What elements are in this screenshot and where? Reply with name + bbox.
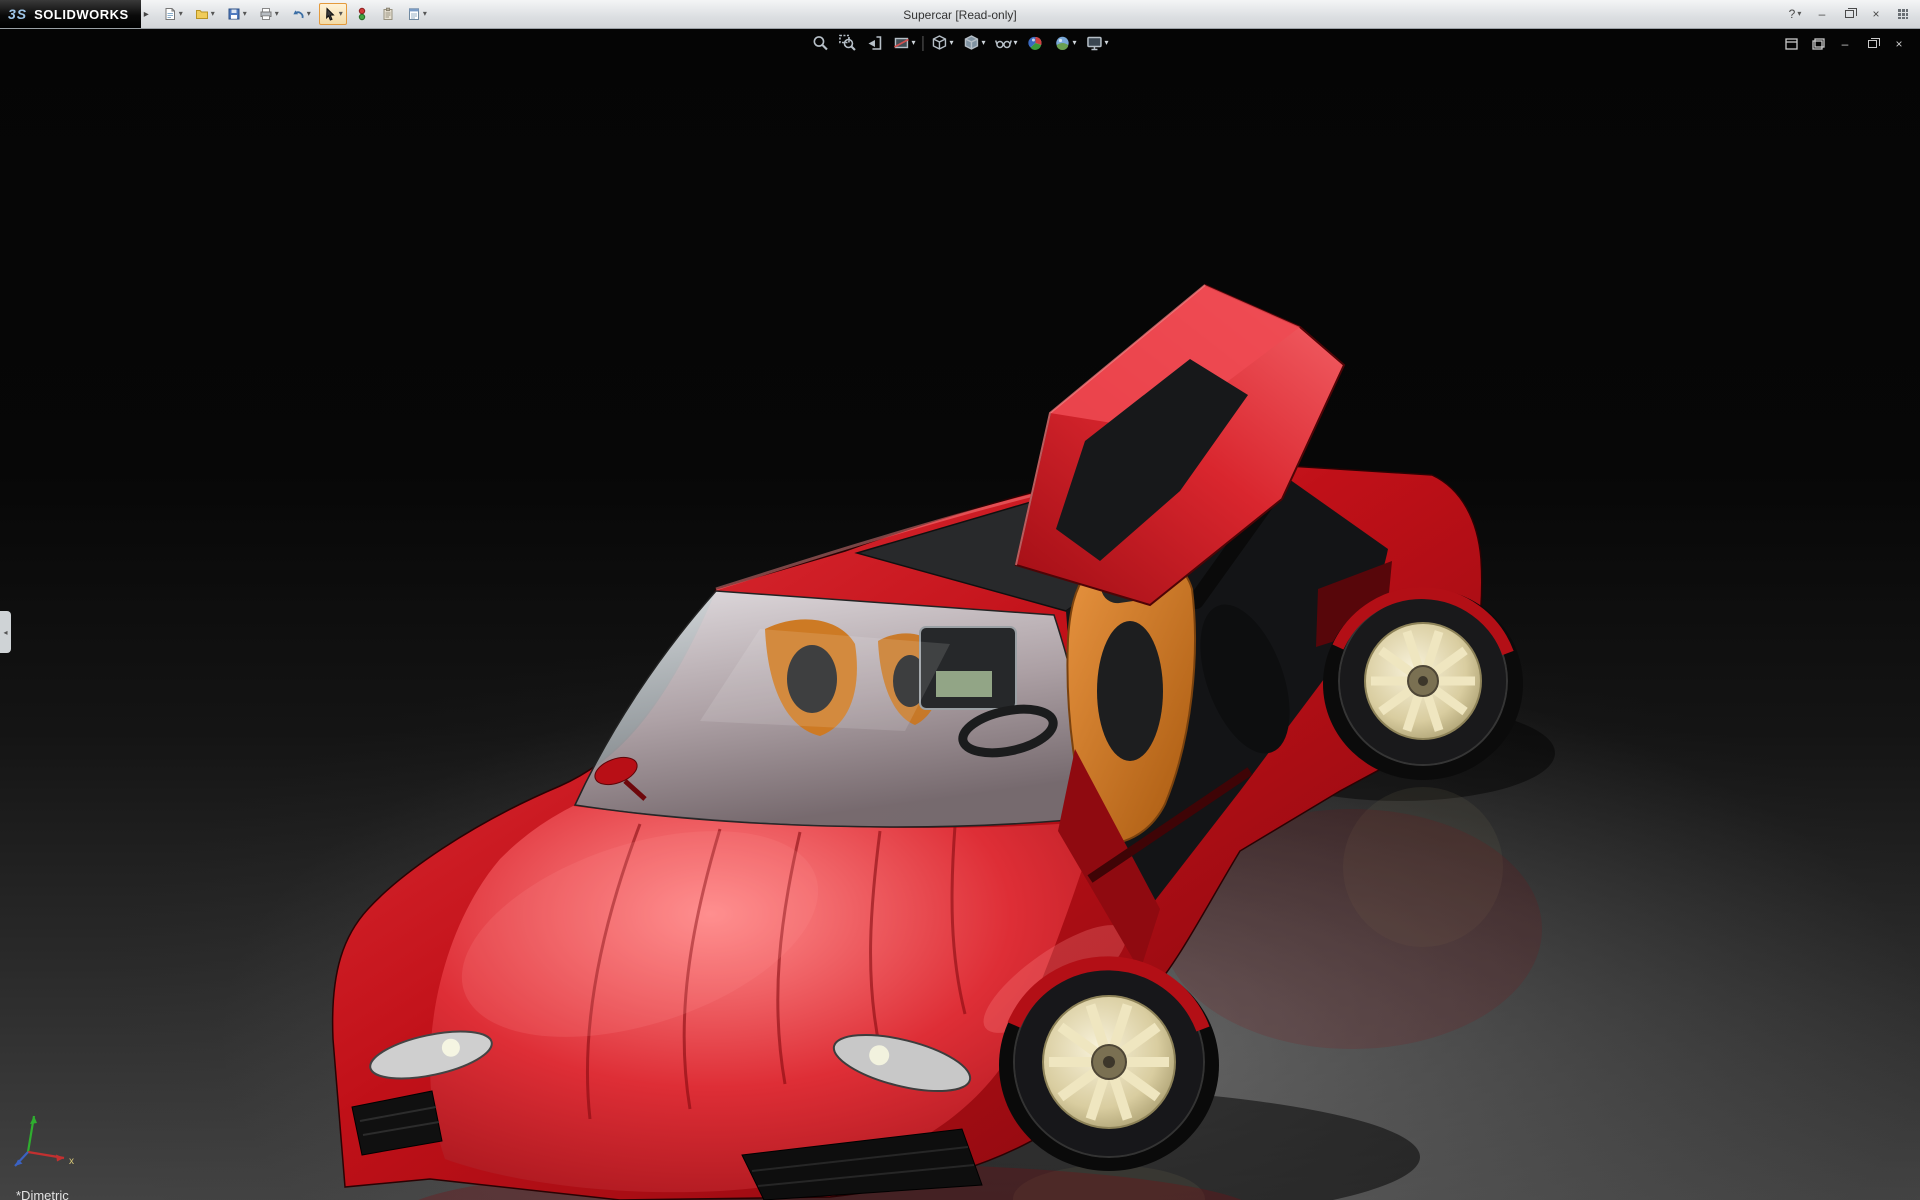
previous-view-button[interactable] (863, 33, 885, 53)
undo-icon (291, 7, 305, 21)
dropdown-caret-icon[interactable]: ▾ (339, 10, 343, 18)
doc-window-tile-button[interactable] (1782, 35, 1800, 53)
zoom-to-area-icon (838, 34, 856, 52)
graphics-viewport[interactable]: ▾ ▾ ▾ ▾ (0, 29, 1920, 1200)
zoom-to-fit-icon (811, 34, 829, 52)
open-button[interactable]: ▾ (191, 3, 219, 25)
hide-show-items-button[interactable]: ▾ (993, 33, 1020, 53)
options-form-icon (407, 7, 421, 21)
selection-filter-button[interactable] (351, 3, 373, 25)
open-folder-icon (195, 7, 209, 21)
cascade-window-icon (1812, 38, 1825, 50)
glasses-icon (995, 34, 1013, 52)
heads-up-view-toolbar: ▾ ▾ ▾ ▾ (809, 33, 1110, 53)
view-cube-icon (930, 34, 948, 52)
section-view-icon (892, 34, 910, 52)
dropdown-caret-icon[interactable]: ▾ (423, 10, 427, 18)
monitor-icon (1086, 34, 1104, 52)
undo-button[interactable]: ▾ (287, 3, 315, 25)
section-view-button[interactable]: ▾ (890, 33, 917, 53)
app-minimize-button[interactable]: – (1813, 5, 1831, 23)
task-pane-toggle-button[interactable] (1894, 5, 1912, 23)
display-style-icon (962, 34, 980, 52)
app-close-button[interactable]: × (1867, 5, 1885, 23)
3ds-logo-icon: 3S (8, 6, 27, 22)
file-properties-button[interactable] (377, 3, 399, 25)
clipboard-icon (381, 7, 395, 21)
solidworks-menu[interactable]: 3S SOLIDWORKS (0, 0, 141, 28)
appearance-sphere-icon (1027, 34, 1045, 52)
view-orientation-label: *Dimetric (16, 1188, 69, 1200)
print-button[interactable]: ▾ (255, 3, 283, 25)
tile-window-icon (1785, 38, 1798, 50)
toolbar-separator (922, 36, 923, 51)
help-button[interactable]: ? ▾ (1786, 5, 1804, 23)
grid-dots-icon (1897, 8, 1909, 20)
doc-restore-button[interactable] (1863, 35, 1881, 53)
new-document-button[interactable]: ▾ (159, 3, 187, 25)
dropdown-caret-icon[interactable]: ▾ (949, 39, 953, 47)
dropdown-caret-icon[interactable]: ▾ (275, 10, 279, 18)
model-scene[interactable] (0, 29, 1920, 1200)
collapse-arrow-icon: ◂ (3, 628, 7, 637)
select-tool-button[interactable]: ▾ (319, 3, 347, 25)
select-cursor-icon (323, 7, 337, 21)
dropdown-caret-icon[interactable]: ▾ (911, 39, 915, 47)
save-icon (227, 7, 241, 21)
zoom-to-area-button[interactable] (836, 33, 858, 53)
restore-icon (1845, 10, 1854, 18)
options-button[interactable]: ▾ (403, 3, 431, 25)
dropdown-caret-icon: ▾ (1797, 10, 1801, 18)
save-button[interactable]: ▾ (223, 3, 251, 25)
rear-wheel[interactable] (1323, 588, 1523, 780)
display-style-button[interactable]: ▾ (960, 33, 987, 53)
zoom-to-fit-button[interactable] (809, 33, 831, 53)
previous-view-icon (865, 34, 883, 52)
dropdown-caret-icon[interactable]: ▾ (981, 39, 985, 47)
front-wheel[interactable] (999, 959, 1219, 1171)
brand-name: SOLIDWORKS (34, 7, 129, 22)
doc-close-button[interactable]: × (1890, 35, 1908, 53)
dropdown-caret-icon[interactable]: ▾ (1105, 39, 1109, 47)
dropdown-caret-icon[interactable]: ▾ (1073, 39, 1077, 47)
view-settings-button[interactable]: ▾ (1084, 33, 1111, 53)
doc-window-cascade-button[interactable] (1809, 35, 1827, 53)
scene-sphere-icon (1054, 34, 1072, 52)
dropdown-caret-icon[interactable]: ▾ (211, 10, 215, 18)
dropdown-caret-icon[interactable]: ▾ (243, 10, 247, 18)
red-green-filter-icon (355, 7, 369, 21)
titlebar: 3S SOLIDWORKS ▸ ▾ ▾ (0, 0, 1920, 29)
dropdown-caret-icon[interactable]: ▾ (1014, 39, 1018, 47)
print-icon (259, 7, 273, 21)
menu-flyout-arrow-icon[interactable]: ▸ (141, 9, 155, 20)
new-document-icon (163, 7, 177, 21)
standard-toolbar: ▾ ▾ ▾ (155, 3, 431, 25)
dropdown-caret-icon[interactable]: ▾ (307, 10, 311, 18)
restore-icon (1868, 40, 1877, 48)
edit-appearance-button[interactable] (1025, 33, 1047, 53)
feature-manager-collapse-tab[interactable]: ◂ (0, 611, 11, 653)
reference-triad[interactable]: x (6, 1102, 82, 1174)
solidworks-app-window: 3S SOLIDWORKS ▸ ▾ ▾ (0, 0, 1920, 1200)
dropdown-caret-icon[interactable]: ▾ (179, 10, 183, 18)
app-restore-button[interactable] (1840, 5, 1858, 23)
apply-scene-button[interactable]: ▾ (1052, 33, 1079, 53)
doc-minimize-button[interactable]: – (1836, 35, 1854, 53)
view-orientation-button[interactable]: ▾ (928, 33, 955, 53)
document-window-controls: – × (1782, 35, 1908, 53)
triad-x-label: x (69, 1156, 74, 1167)
help-icon: ? (1789, 7, 1796, 21)
titlebar-right-controls: ? ▾ – × (1786, 5, 1920, 23)
